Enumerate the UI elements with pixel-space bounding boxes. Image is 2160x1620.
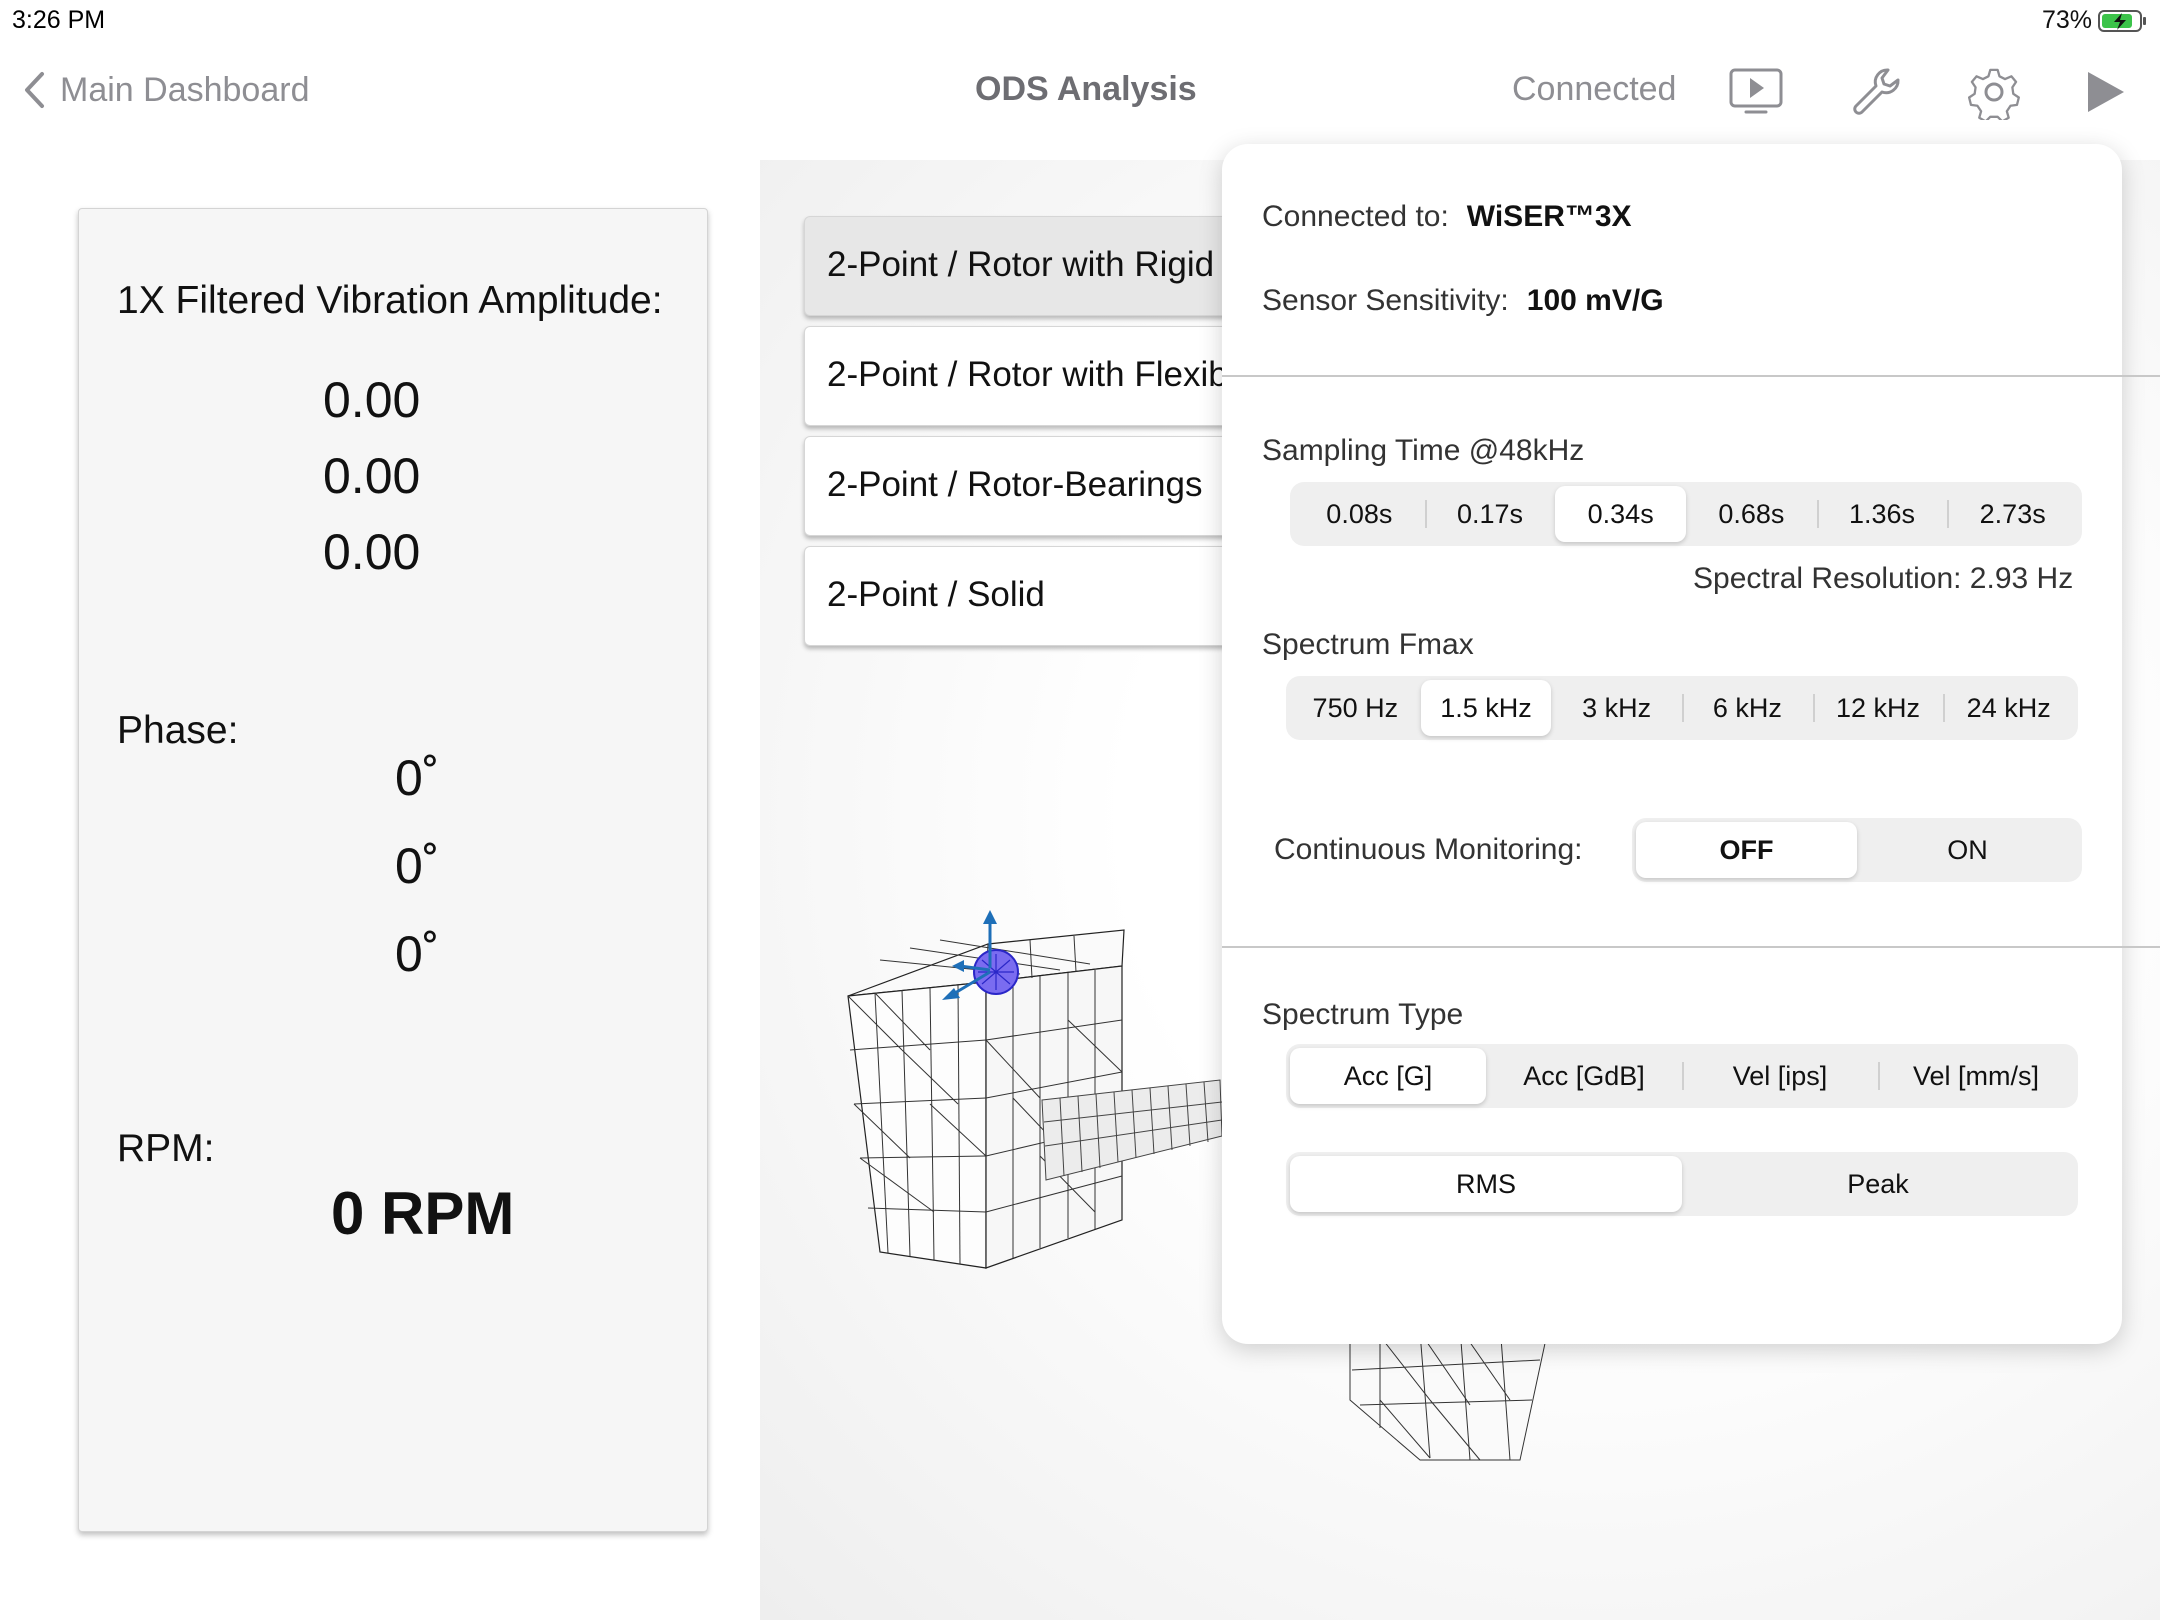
monitoring-on[interactable]: ON: [1857, 822, 2078, 878]
page-title: ODS Analysis: [975, 70, 1197, 108]
fmax-label: Spectrum Fmax: [1262, 628, 1474, 661]
config-item-label: 2-Point / Rotor-Bearings: [827, 465, 1203, 504]
wrench-icon[interactable]: [1848, 64, 1904, 120]
config-item-solid[interactable]: 2-Point / Solid: [804, 546, 1244, 646]
monitoring-off[interactable]: OFF: [1636, 822, 1857, 878]
battery-percent: 73%: [2041, 6, 2092, 34]
sampling-option-4[interactable]: 0.68s: [1686, 486, 1817, 542]
battery-icon: [2098, 9, 2146, 32]
spectrum-type-option-2[interactable]: Acc [GdB]: [1486, 1048, 1682, 1104]
phase-value-1: 0˚: [395, 750, 440, 806]
play-screen-icon[interactable]: [1728, 64, 1784, 120]
connection-status: Connected: [1512, 70, 1677, 108]
monitoring-toggle: OFF ON: [1632, 818, 2082, 882]
battery-indicator: 73%: [2042, 6, 2148, 35]
readings-panel: 1X Filtered Vibration Amplitude: 0.00 0.…: [78, 208, 708, 1532]
fmax-option-5[interactable]: 12 kHz: [1812, 680, 1944, 736]
spectrum-type-selector: Acc [G] Acc [GdB] Vel [ips] Vel [mm/s]: [1286, 1044, 2078, 1108]
spectrum-type-option-4[interactable]: Vel [mm/s]: [1878, 1048, 2074, 1104]
fmax-selector: 750 Hz 1.5 kHz 3 kHz 6 kHz 12 kHz 24 kHz: [1286, 676, 2078, 740]
monitoring-label: Continuous Monitoring:: [1274, 833, 1583, 866]
sampling-option-3[interactable]: 0.34s: [1555, 486, 1687, 542]
config-item-rotor-bearings[interactable]: 2-Point / Rotor-Bearings: [804, 436, 1244, 536]
spectrum-type-label: Spectrum Type: [1262, 998, 1464, 1031]
divider: [1222, 375, 2160, 377]
amplitude-value-1: 0.00: [323, 372, 421, 428]
navigation-bar: Main Dashboard ODS Analysis Connected: [0, 50, 2160, 130]
spectrum-type-option-3[interactable]: Vel [ips]: [1682, 1048, 1878, 1104]
chevron-left-icon: [25, 72, 44, 108]
sampling-time-label: Sampling Time @48kHz: [1262, 434, 1585, 467]
sensitivity-label: Sensor Sensitivity:: [1262, 284, 1509, 317]
amplitude-label: 1X Filtered Vibration Amplitude:: [117, 279, 663, 322]
sensitivity-row: Sensor Sensitivity: 100 mV/G: [1262, 284, 1664, 318]
sampling-option-2[interactable]: 0.17s: [1424, 486, 1556, 542]
fmax-option-4[interactable]: 6 kHz: [1682, 680, 1813, 736]
config-item-label: 2-Point / Solid: [827, 575, 1045, 614]
gear-icon[interactable]: [1966, 64, 2022, 120]
back-button-label: Main Dashboard: [60, 70, 310, 109]
play-icon[interactable]: [2076, 64, 2132, 120]
back-button[interactable]: Main Dashboard: [22, 70, 309, 110]
sampling-option-1[interactable]: 0.08s: [1294, 486, 1425, 542]
sampling-option-5[interactable]: 1.36s: [1816, 486, 1948, 542]
phase-value-3: 0˚: [395, 926, 440, 982]
spectrum-type-option-1[interactable]: Acc [G]: [1290, 1048, 1486, 1104]
phase-label: Phase:: [117, 709, 239, 752]
fmax-option-6[interactable]: 24 kHz: [1943, 680, 2074, 736]
config-item-label: 2-Point / Rotor with Flexible Coupling: [827, 355, 1244, 394]
scale-rms[interactable]: RMS: [1290, 1156, 1682, 1212]
divider: [1222, 946, 2160, 948]
status-bar: 3:26 PM 73%: [0, 0, 2160, 40]
sampling-time-selector: 0.08s 0.17s 0.34s 0.68s 1.36s 2.73s: [1290, 482, 2082, 546]
scale-peak[interactable]: Peak: [1682, 1156, 2074, 1212]
fmax-option-1[interactable]: 750 Hz: [1290, 680, 1421, 736]
sampling-option-6[interactable]: 2.73s: [1947, 486, 2078, 542]
config-item-flexible-coupling[interactable]: 2-Point / Rotor with Flexible Coupling: [804, 326, 1244, 426]
connected-to-label: Connected to:: [1262, 200, 1449, 233]
connected-to-row: Connected to: WiSER™3X: [1262, 200, 1632, 234]
status-time: 3:26 PM: [12, 6, 106, 34]
connected-device: WiSER™3X: [1466, 200, 1632, 233]
sensitivity-value: 100 mV/G: [1526, 284, 1664, 317]
rpm-value: 0 RPM: [331, 1180, 515, 1247]
fmax-option-2[interactable]: 1.5 kHz: [1420, 680, 1552, 736]
scale-selector: RMS Peak: [1286, 1152, 2078, 1216]
fmax-option-3[interactable]: 3 kHz: [1551, 680, 1682, 736]
amplitude-value-2: 0.00: [323, 448, 421, 504]
config-item-rigid-coupling[interactable]: 2-Point / Rotor with Rigid Coupling: [804, 216, 1244, 316]
rpm-label: RPM:: [117, 1127, 215, 1170]
phase-value-2: 0˚: [395, 838, 440, 894]
config-item-label: 2-Point / Rotor with Rigid Coupling: [827, 245, 1243, 284]
amplitude-value-3: 0.00: [323, 524, 421, 580]
spectral-resolution: Spectral Resolution: 2.93 Hz: [1693, 562, 2074, 595]
